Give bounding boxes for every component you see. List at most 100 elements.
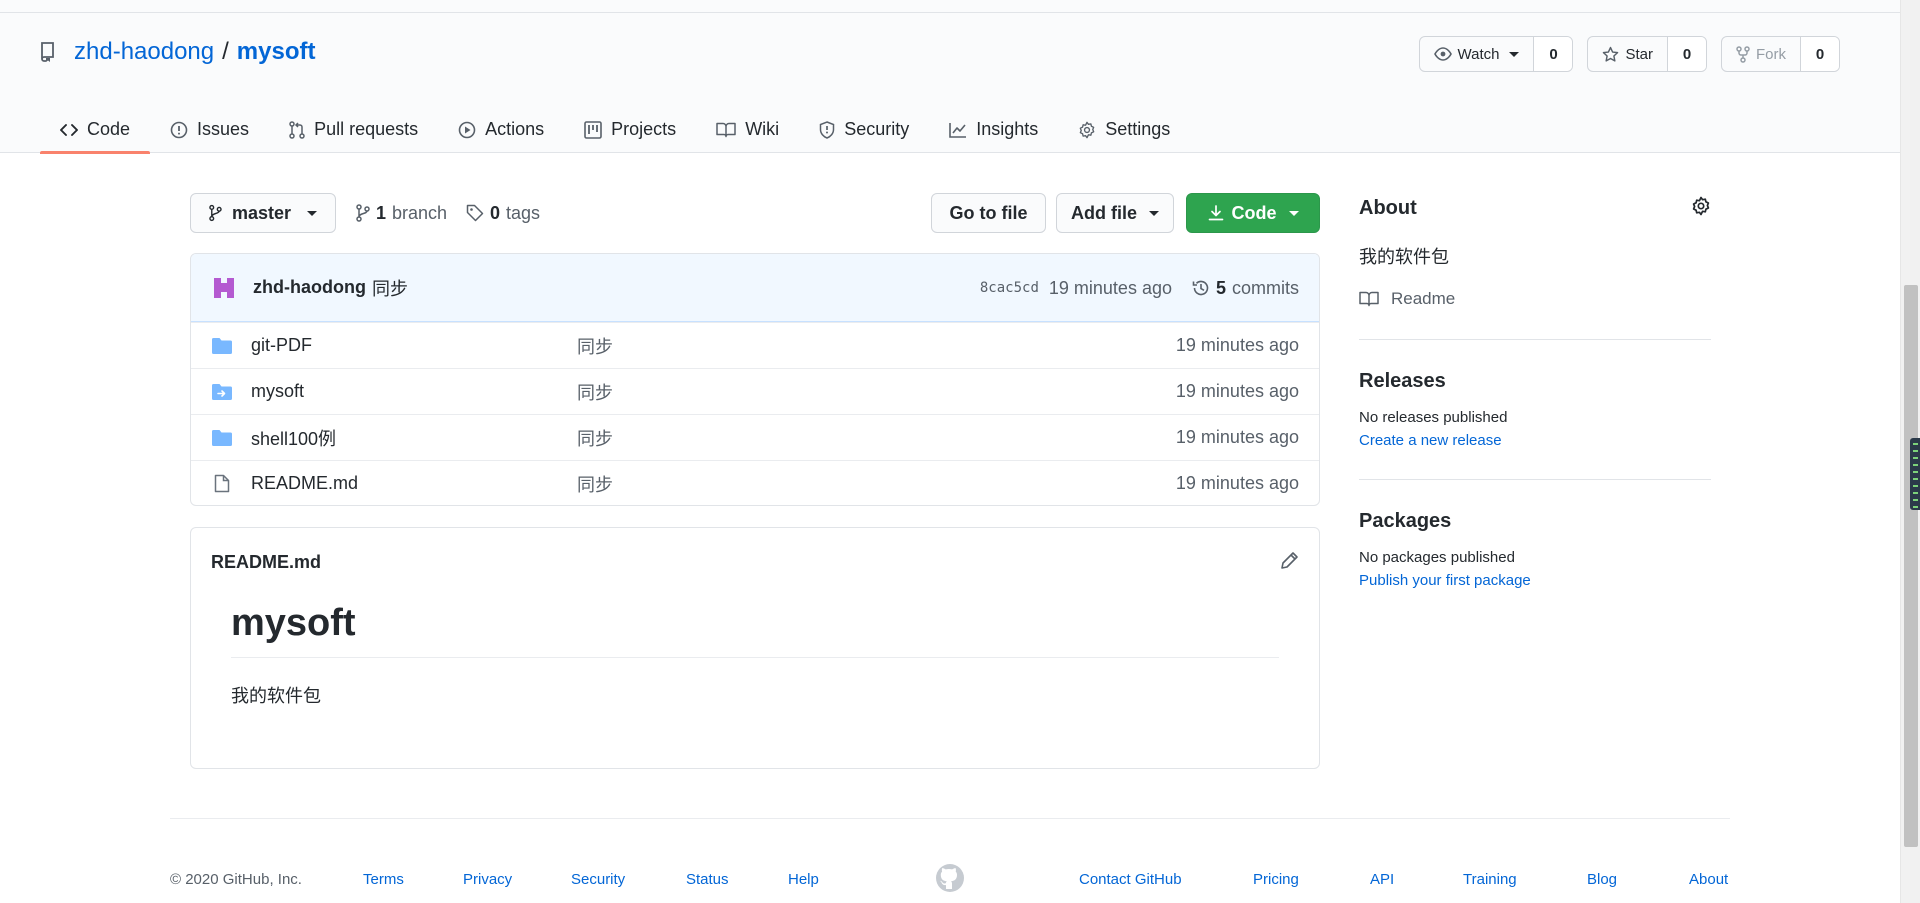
file-commit-link[interactable]: 同步	[577, 333, 613, 359]
download-icon	[1208, 205, 1223, 221]
go-to-file-label: Go to file	[949, 202, 1028, 223]
go-to-file-button[interactable]: Go to file	[931, 193, 1046, 233]
vertical-scrollbar[interactable]	[1900, 0, 1920, 903]
book-icon	[1359, 291, 1379, 307]
file-row: git-PDF 同步 19 minutes ago	[191, 322, 1319, 368]
fork-count[interactable]: 0	[1801, 37, 1839, 71]
tab-insights[interactable]: Insights	[929, 106, 1058, 153]
file-name-link[interactable]: mysoft	[251, 381, 577, 402]
commits-history-link[interactable]: 5 commits	[1192, 278, 1299, 299]
file-name-link[interactable]: shell100例	[251, 425, 577, 451]
submodule-icon	[211, 381, 233, 403]
pull-request-icon	[289, 120, 305, 139]
tab-pull-requests[interactable]: Pull requests	[269, 106, 438, 153]
footer-link-security[interactable]: Security	[571, 871, 625, 888]
file-row: shell100例 同步 19 minutes ago	[191, 414, 1319, 460]
repo-icon	[40, 41, 62, 63]
page-footer: © 2020 GitHub, Inc. Terms Privacy Securi…	[170, 818, 1730, 892]
file-age: 19 minutes ago	[1175, 427, 1299, 447]
create-release-link[interactable]: Create a new release	[1359, 432, 1711, 449]
add-file-button[interactable]: Add file	[1056, 193, 1174, 233]
publish-package-link[interactable]: Publish your first package	[1359, 572, 1711, 589]
footer-link-pricing[interactable]: Pricing	[1253, 871, 1299, 888]
file-icon	[211, 473, 233, 495]
commits-label: commits	[1232, 277, 1299, 298]
tab-label: Settings	[1105, 119, 1171, 139]
file-toolbar: master 1 branch 0 tags Go to file Add fi…	[190, 193, 1320, 233]
file-name-link[interactable]: git-PDF	[251, 335, 577, 356]
tab-settings[interactable]: Settings	[1058, 106, 1190, 153]
star-button-group: Star 0	[1587, 36, 1707, 72]
releases-title[interactable]: Releases	[1359, 370, 1711, 393]
footer-link-api[interactable]: API	[1370, 871, 1394, 888]
footer-link-training[interactable]: Training	[1463, 871, 1517, 888]
packages-title[interactable]: Packages	[1359, 510, 1711, 533]
tab-wiki[interactable]: Wiki	[696, 106, 799, 153]
tab-label: Code	[87, 119, 131, 139]
about-header: About	[1359, 193, 1711, 223]
file-list: zhd-haodong 同步 8cac5cd 19 minutes ago 5 …	[190, 253, 1320, 506]
code-icon	[60, 123, 78, 136]
chevron-down-icon	[1509, 51, 1520, 57]
file-commit-link[interactable]: 同步	[577, 379, 613, 405]
footer-link-contact[interactable]: Contact GitHub	[1079, 871, 1182, 888]
fork-button[interactable]: Fork	[1722, 37, 1801, 71]
gear-icon[interactable]	[1691, 196, 1711, 221]
watch-button[interactable]: Watch	[1420, 37, 1535, 71]
watch-button-group: Watch 0	[1418, 36, 1574, 72]
github-logo-icon[interactable]	[935, 863, 965, 898]
tag-icon	[466, 204, 484, 222]
pencil-icon[interactable]	[1280, 551, 1299, 575]
branch-icon	[356, 204, 370, 222]
scrollbar-thumb[interactable]	[1904, 285, 1918, 847]
book-icon	[716, 122, 736, 137]
footer-link-help[interactable]: Help	[788, 871, 819, 888]
issue-icon	[170, 121, 188, 138]
footer-link-blog[interactable]: Blog	[1587, 871, 1617, 888]
tab-actions[interactable]: Actions	[438, 106, 564, 153]
star-button[interactable]: Star	[1588, 37, 1668, 71]
footer-link-terms[interactable]: Terms	[363, 871, 404, 888]
repo-sidebar: About 我的软件包 Readme Releases No releases …	[1359, 193, 1711, 589]
avatar[interactable]	[211, 274, 237, 301]
tab-label: Projects	[611, 119, 677, 139]
file-name-link[interactable]: README.md	[251, 473, 577, 494]
branches-link[interactable]: 1 branch	[356, 193, 447, 233]
footer-link-status[interactable]: Status	[686, 871, 729, 888]
repo-separator: /	[222, 38, 229, 65]
readme-link-label: Readme	[1391, 289, 1456, 308]
tab-security[interactable]: Security	[799, 106, 929, 153]
file-commit-link[interactable]: 同步	[577, 471, 613, 497]
readme-link[interactable]: Readme	[1359, 289, 1711, 309]
commit-sha-link[interactable]: 8cac5cd	[980, 280, 1039, 296]
tab-label: Actions	[485, 119, 545, 139]
code-download-button[interactable]: Code	[1186, 193, 1320, 233]
tab-code[interactable]: Code	[40, 106, 151, 154]
folder-icon	[211, 335, 233, 357]
footer-link-about[interactable]: About	[1689, 871, 1728, 888]
watch-count[interactable]: 0	[1534, 37, 1573, 71]
tags-label: tags	[506, 202, 541, 223]
branch-select-button[interactable]: master	[190, 193, 336, 233]
tags-link[interactable]: 0 tags	[466, 193, 540, 233]
repo-owner-link[interactable]: zhd-haodong	[74, 38, 214, 66]
branches-label: branch	[392, 202, 448, 223]
tab-issues[interactable]: Issues	[150, 106, 269, 153]
commit-author-link[interactable]: zhd-haodong	[253, 277, 366, 298]
file-commit-link[interactable]: 同步	[577, 425, 613, 451]
footer-link-privacy[interactable]: Privacy	[463, 871, 512, 888]
repo-name-link[interactable]: mysoft	[237, 38, 316, 66]
tab-projects[interactable]: Projects	[564, 106, 696, 153]
file-age: 19 minutes ago	[1175, 473, 1299, 493]
commit-message-link[interactable]: 同步	[372, 275, 408, 301]
tab-label: Issues	[197, 119, 250, 139]
graph-icon	[949, 122, 967, 138]
header-divider	[0, 12, 1900, 13]
history-icon	[1192, 280, 1209, 296]
chevron-down-icon	[1288, 210, 1299, 216]
file-age: 19 minutes ago	[1175, 335, 1299, 355]
folder-icon	[211, 427, 233, 449]
star-count[interactable]: 0	[1668, 37, 1706, 71]
code-button-label: Code	[1231, 202, 1277, 223]
tags-count: 0	[490, 202, 501, 223]
